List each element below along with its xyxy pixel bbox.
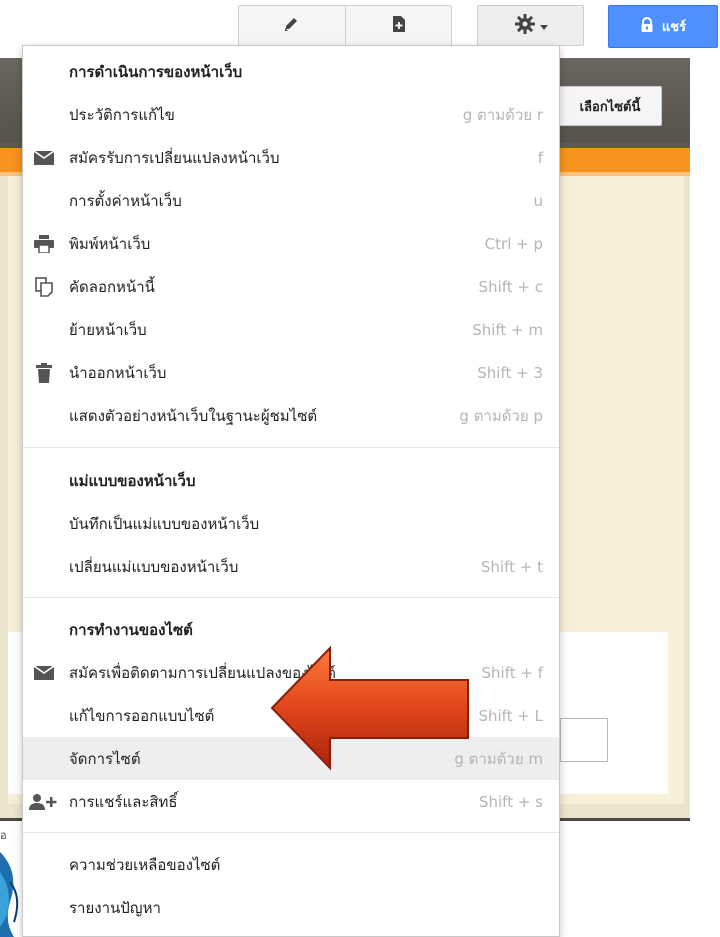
add-person-icon [29, 791, 59, 813]
section-header-page-templates: แม่แบบของหน้าเว็บ [69, 471, 196, 490]
printer-icon [33, 233, 55, 255]
gear-icon [514, 13, 536, 39]
edit-page-button[interactable] [238, 5, 346, 46]
menu-item-revision-history[interactable]: ประวัติการแก้ไข g ตามด้วย r [23, 93, 559, 136]
section-header-site-actions: การทำงานของไซต์ [69, 620, 193, 639]
menu-item-manage-site[interactable]: จัดการไซต์ g ตามด้วย m [23, 737, 559, 780]
menu-item-subscribe-page[interactable]: สมัครรับการเปลี่ยนแปลงหน้าเว็บ f [23, 136, 559, 179]
trash-icon [33, 362, 55, 384]
menu-item-report-issue[interactable]: รายงานปัญหา [23, 886, 559, 929]
menu-item-delete-page[interactable]: นำออกหน้าเว็บ Shift + 3 [23, 351, 559, 394]
section-header-page-actions: การดำเนินการของหน้าเว็บ [69, 62, 243, 81]
menu-item-copy-page[interactable]: คัดลอกหน้านี้ Shift + c [23, 265, 559, 308]
lock-icon [640, 16, 654, 37]
menu-separator [23, 832, 559, 833]
more-actions-button[interactable] [477, 5, 584, 46]
choose-site-button[interactable]: เลือกไซต์นี้ [558, 86, 662, 126]
site-input[interactable] [560, 718, 608, 762]
menu-item-page-settings[interactable]: การตั้งค่าหน้าเว็บ u [23, 179, 559, 222]
menu-item-move-page[interactable]: ย้ายหน้าเว็บ Shift + m [23, 308, 559, 351]
menu-item-subscribe-site[interactable]: สมัครเพื่อติดตามการเปลี่ยนแปลงของไซต์ Sh… [23, 651, 559, 694]
menu-item-sharing-permissions[interactable]: การแชร์และสิทธิ์ Shift + s [23, 780, 559, 823]
menu-separator [23, 447, 559, 448]
menu-item-save-as-template[interactable]: บันทึกเป็นแม่แบบของหน้าเว็บ [23, 502, 559, 545]
menu-item-print-page[interactable]: พิมพ์หน้าเว็บ Ctrl + p [23, 222, 559, 265]
chevron-down-icon [539, 16, 548, 35]
envelope-icon [33, 147, 55, 169]
envelope-icon [33, 662, 55, 684]
menu-item-edit-site-layout[interactable]: แก้ไขการออกแบบไซต์ Shift + L [23, 694, 559, 737]
copy-icon [33, 276, 55, 298]
menu-item-site-help[interactable]: ความช่วยเหลือของไซต์ [23, 843, 559, 886]
menu-item-preview-as-viewer[interactable]: แสดงตัวอย่างหน้าเว็บในฐานะผู้ชมไซต์ g ตา… [23, 394, 559, 437]
menu-separator [23, 597, 559, 598]
share-label: แชร์ [661, 20, 687, 35]
share-button[interactable]: แชร์ [608, 5, 718, 48]
new-page-icon [391, 15, 407, 37]
pencil-icon [283, 15, 301, 37]
new-page-button[interactable] [345, 5, 452, 46]
menu-item-change-template[interactable]: เปลี่ยนแม่แบบของหน้าเว็บ Shift + t [23, 545, 559, 588]
more-actions-menu: การดำเนินการของหน้าเว็บ ประวัติการแก้ไข … [22, 45, 560, 937]
